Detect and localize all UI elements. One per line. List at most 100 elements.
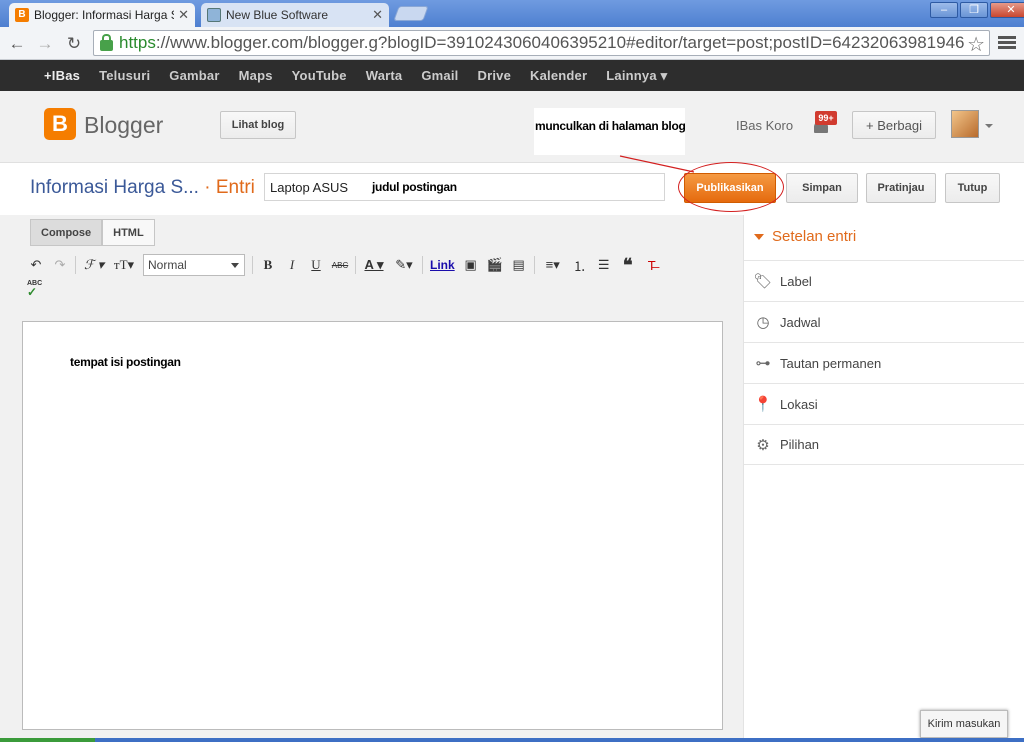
settings-item-text: Tautan permanen [780,355,882,371]
gbar-item-lainnya[interactable]: Lainnya ▾ [606,68,667,84]
gbar-item-gmail[interactable]: Gmail [421,68,458,83]
browser-menu-icon[interactable] [998,34,1016,52]
remove-format-icon[interactable]: T̶ [640,254,664,276]
jump-break-icon[interactable]: ▤ [507,254,531,276]
reload-icon[interactable]: ↻ [63,33,85,55]
gbar-item-kalender[interactable]: Kalender [530,68,587,83]
new-tab-button[interactable] [393,6,429,21]
restore-icon[interactable]: ❐ [960,2,988,18]
image-icon[interactable]: ▣ [459,254,483,276]
blog-title[interactable]: Informasi Harga S... · Entri [30,177,255,199]
location-pin-icon: 📍 [753,396,773,413]
paragraph-format-select[interactable]: Normal [143,254,245,276]
highlight-color-icon[interactable]: ✎▾ [389,254,419,276]
settings-item-location[interactable]: 📍 Lokasi [744,383,1024,424]
underline-icon[interactable]: U [304,254,328,276]
blogger-logo-icon[interactable] [44,108,76,140]
settings-item-permalink[interactable]: ⊶ Tautan permanen [744,342,1024,383]
preview-button[interactable]: Pratinjau [866,173,936,203]
annotation-publish-note: munculkan di halaman blog [535,119,686,133]
forward-icon[interactable]: → [34,33,56,55]
notification-count-badge: 99+ [815,111,837,125]
tab-blogger[interactable]: B Blogger: Informasi Harga Ser ✕ [9,3,195,27]
clock-icon: ◷ [756,314,770,331]
brand-name[interactable]: Blogger [84,112,163,139]
compose-mode-button[interactable]: Compose [30,219,103,246]
google-bar: +IBas Telusuri Gambar Maps YouTube Warta… [0,60,1024,91]
send-feedback-button[interactable]: Kirim masukan [920,710,1008,738]
bold-icon[interactable]: B [256,254,280,276]
post-content-editor[interactable] [22,321,723,730]
settings-item-label[interactable]: 🏷 Label [744,260,1024,301]
post-title-row: Informasi Harga S... · Entri Publikasika… [0,163,1024,215]
align-icon[interactable]: ≡▾ [538,254,568,276]
window-controls: – ❐ ✕ [928,2,1024,18]
video-icon[interactable]: 🎬 [483,254,507,276]
close-tab-icon[interactable]: ✕ [178,7,189,23]
minimize-icon[interactable]: – [930,2,958,18]
window-close-icon[interactable]: ✕ [990,2,1024,18]
notification-bell-icon[interactable]: 99+ [810,111,837,137]
bulleted-list-icon[interactable]: ☰ [592,254,616,276]
tab-label: Blogger: Informasi Harga Ser [34,8,175,22]
gbar-item-telusuri[interactable]: Telusuri [99,68,150,83]
blogger-header: Blogger Lihat blog IBas Koro 99+ + Berba… [0,91,1024,163]
gbar-item-maps[interactable]: Maps [239,68,273,83]
avatar[interactable] [951,110,979,138]
gear-icon: ⚙ [756,436,770,454]
gbar-item-gambar[interactable]: Gambar [169,68,219,83]
tab-label: New Blue Software [226,8,329,22]
tag-icon: 🏷 [753,273,773,290]
collapse-triangle-icon [754,234,764,241]
blog-title-text: Informasi Harga S... [30,177,199,198]
post-settings-panel: Setelan entri 🏷 Label ◷ Jadwal ⊶ Tautan per… [743,215,1024,742]
link-button[interactable]: Link [426,258,459,272]
settings-item-text: Jadwal [780,314,821,330]
format-toolbar: ↶ ↷ ℱ ▾ тT▾ Normal B I U ABC A ▾ ✎▾ Link… [24,254,664,276]
redo-icon[interactable]: ↷ [48,254,72,276]
settings-item-text: Lokasi [780,396,818,412]
italic-icon[interactable]: I [280,254,304,276]
share-button[interactable]: + Berbagi [852,111,936,139]
annotation-title-note: judul postingan [372,180,457,194]
lock-icon [100,33,113,51]
gbar-item-youtube[interactable]: YouTube [292,68,347,83]
address-bar[interactable]: https://www.blogger.com/blogger.g?blogID… [93,30,990,56]
settings-item-schedule[interactable]: ◷ Jadwal [744,301,1024,342]
back-icon[interactable]: ← [6,33,28,55]
link-icon: ⊶ [755,355,771,372]
section-label: · Entri [204,177,255,198]
undo-icon[interactable]: ↶ [24,254,48,276]
browser-titlebar: B Blogger: Informasi Harga Ser ✕ New Blu… [0,0,1024,27]
font-family-icon[interactable]: ℱ ▾ [79,254,109,276]
font-size-icon[interactable]: тT▾ [109,254,139,276]
gbar-item-ibas[interactable]: +IBas [44,68,80,83]
editor-mode-switch: Compose HTML [30,219,155,246]
close-tab-icon[interactable]: ✕ [372,7,383,23]
tab-new-blue-software[interactable]: New Blue Software ✕ [201,3,389,27]
text-color-icon[interactable]: A ▾ [359,254,389,276]
strikethrough-icon[interactable]: ABC [328,254,352,276]
close-button[interactable]: Tutup [945,173,1000,203]
html-mode-button[interactable]: HTML [102,219,155,246]
account-chevron-down-icon[interactable] [985,124,993,128]
view-blog-button[interactable]: Lihat blog [220,111,296,139]
numbered-list-icon[interactable]: ⒈ [568,254,592,276]
post-settings-heading-text: Setelan entri [772,228,857,245]
quote-icon[interactable]: ❝ [616,254,640,276]
bookmark-star-icon[interactable]: ☆ [964,32,985,55]
gbar-item-drive[interactable]: Drive [477,68,511,83]
user-name[interactable]: IBas Koro [736,118,793,133]
save-button[interactable]: Simpan [786,173,858,203]
blogger-favicon-icon: B [15,8,29,22]
spellcheck-icon[interactable]: ABC ✓ [27,280,43,298]
post-title-input[interactable] [264,173,665,201]
site-favicon-icon [207,8,221,22]
settings-item-text: Label [780,273,812,289]
post-settings-heading[interactable]: Setelan entri [754,228,856,245]
url-scheme: https [119,33,156,52]
browser-toolbar: ← → ↻ https://www.blogger.com/blogger.g?… [0,27,1024,60]
gbar-item-warta[interactable]: Warta [366,68,403,83]
settings-item-options[interactable]: ⚙ Pilihan [744,424,1024,465]
os-taskbar [0,738,1024,742]
